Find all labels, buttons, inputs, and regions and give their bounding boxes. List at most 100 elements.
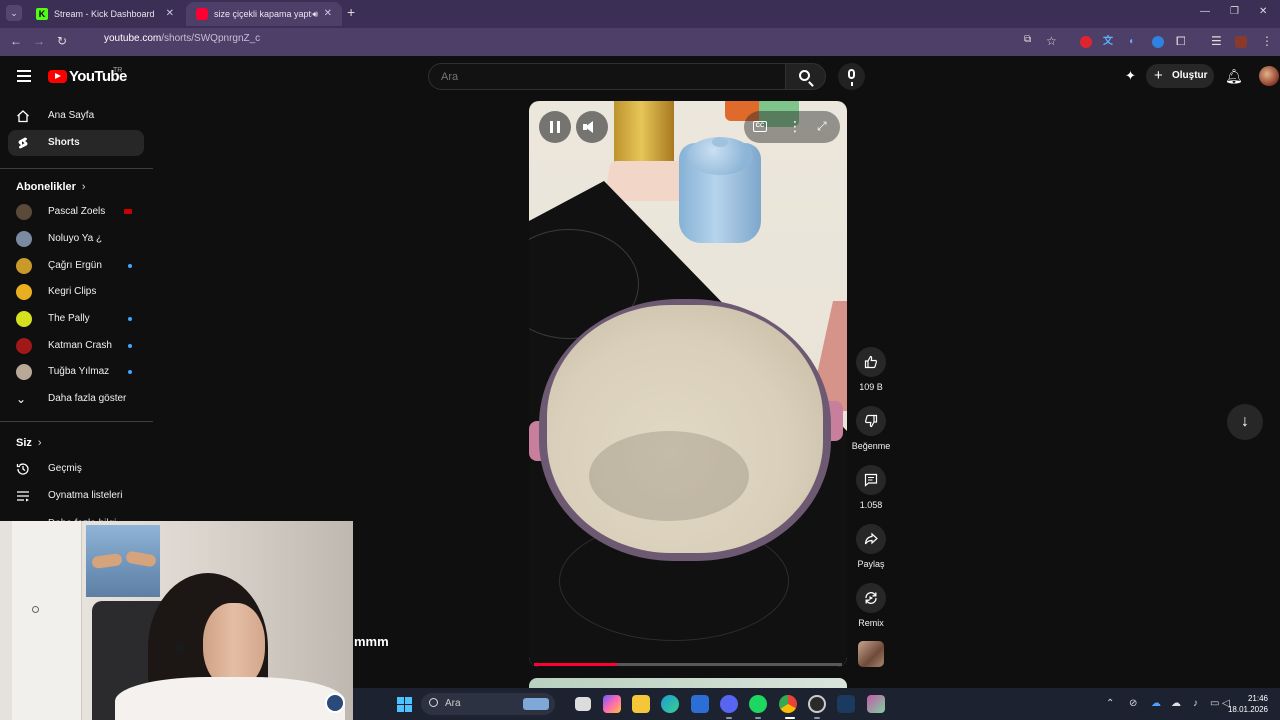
address-toolbar: ← → ↻ youtube.com/shorts/SWQpnrgnZ_c ⧉ ☆… (0, 28, 1280, 56)
dislike-button[interactable] (856, 406, 886, 436)
comments-button[interactable] (856, 465, 886, 495)
subscriptions-heading[interactable]: Abonelikler › (16, 181, 86, 193)
steam-icon[interactable] (837, 695, 855, 713)
sidebar-item-subscription[interactable]: Pascal Zoels (8, 199, 144, 225)
network-tray-icon[interactable]: ☁ (1171, 698, 1181, 709)
tab-youtube-short[interactable]: size çiçekli kapama yaptım 🔊︎ ✕ (186, 2, 342, 26)
vpn-extension-icon[interactable] (1152, 36, 1164, 48)
translate-extension-icon[interactable]: 文 (1103, 36, 1115, 48)
plus-icon: + (1154, 67, 1163, 84)
channel-name: Kegri Clips (48, 286, 97, 297)
bookmark-star-icon[interactable]: ☆ (1046, 34, 1057, 48)
sidebar-item-subscription[interactable]: Katman Crash (8, 333, 144, 359)
ai-sparkle-icon[interactable]: ✦ (1125, 69, 1139, 83)
player-controls-group: CC ⋮ ⤢ (744, 111, 840, 143)
close-tab-icon[interactable]: ✕ (166, 2, 174, 26)
remix-button[interactable] (856, 583, 886, 613)
sidebar-item-shorts[interactable]: Shorts (8, 130, 144, 156)
reload-icon[interactable]: ↻ (57, 34, 67, 48)
sidebar-item-subscription[interactable]: Noluyo Ya ¿ (8, 226, 144, 252)
hamburger-menu-icon[interactable] (17, 70, 31, 82)
youtube-logo-icon[interactable] (48, 70, 67, 83)
like-button[interactable] (856, 347, 886, 377)
share-button[interactable] (856, 524, 886, 554)
edge-icon[interactable] (661, 695, 679, 713)
taskbar-search[interactable]: Ara (421, 693, 555, 715)
browser-menu-icon[interactable]: ⋮ (1261, 34, 1273, 48)
task-view-icon[interactable] (575, 697, 591, 711)
next-short-button[interactable]: ↓ (1227, 404, 1263, 440)
install-app-icon[interactable]: ⧉ (1024, 34, 1031, 45)
back-icon[interactable]: ← (10, 34, 22, 48)
tab-title: size çiçekli kapama yaptım (214, 9, 312, 19)
sidebar-item-subscription[interactable]: Çağrı Ergün (8, 253, 144, 279)
pause-button[interactable] (539, 111, 571, 143)
close-tab-icon[interactable]: ✕ (324, 2, 332, 26)
like-action[interactable]: 109 B (846, 347, 896, 392)
next-short-preview[interactable] (529, 678, 847, 688)
voice-search-button[interactable] (838, 63, 865, 90)
chevron-up-icon[interactable]: ⌃ (1106, 698, 1114, 709)
youtube-masthead: YouTube TR ✦ + Oluştur 🔔︎ (0, 56, 1280, 96)
system-clock[interactable]: 21:46 18.01.2026 (1226, 693, 1268, 715)
app-icon[interactable] (867, 695, 885, 713)
new-content-dot-icon (128, 344, 132, 348)
running-indicator (755, 717, 761, 719)
display-tray-icon[interactable]: ▭ (1210, 698, 1219, 709)
extensions-puzzle-icon[interactable]: ⧠ (1176, 34, 1186, 49)
spotify-icon[interactable] (749, 695, 767, 713)
you-heading[interactable]: Siz › (16, 437, 42, 449)
dislike-action[interactable]: Beğenme (846, 406, 896, 451)
extension-icon[interactable] (1080, 36, 1092, 48)
file-explorer-icon[interactable] (632, 695, 650, 713)
tray-app-icon[interactable]: ⊘ (1129, 698, 1137, 709)
tab-search-button[interactable]: ⌄ (6, 5, 22, 21)
account-avatar[interactable] (1259, 66, 1279, 86)
reading-list-icon[interactable]: ☰ (1211, 34, 1222, 48)
mute-button[interactable] (576, 111, 608, 143)
create-button[interactable]: + Oluştur (1146, 64, 1214, 88)
fullscreen-icon[interactable]: ⤢ (817, 120, 830, 133)
onedrive-icon[interactable]: ☁ (1151, 698, 1161, 709)
store-icon[interactable] (691, 695, 709, 713)
chrome-icon[interactable] (779, 695, 797, 713)
sidebar-item-subscription[interactable]: The Pally (8, 306, 144, 332)
sidebar-item-subscription[interactable]: Kegri Clips (8, 279, 144, 305)
poster-detail (125, 550, 157, 568)
remix-action[interactable]: Remix (846, 583, 896, 628)
sidebar-item-home[interactable]: Ana Sayfa (8, 103, 144, 129)
profile-icon[interactable] (1235, 36, 1247, 48)
home-icon (17, 110, 29, 123)
comments-action[interactable]: 1.058 (846, 465, 896, 510)
audio-playing-icon[interactable]: 🔊︎ (312, 2, 318, 26)
new-content-dot-icon (128, 317, 132, 321)
microphone-tray-icon[interactable]: ♪ (1193, 698, 1198, 709)
copilot-icon[interactable] (603, 695, 621, 713)
sidebar-item-subscription[interactable]: Tuğba Yılmaz (8, 359, 144, 385)
more-options-icon[interactable]: ⋮ (788, 118, 802, 134)
audio-extension-icon[interactable]: ◖ (1128, 36, 1140, 48)
discord-icon[interactable] (720, 695, 738, 713)
history-icon (16, 463, 29, 475)
obs-icon[interactable] (808, 695, 826, 713)
url-field[interactable]: youtube.com/shorts/SWQpnrgnZ_c (104, 33, 260, 44)
close-window-icon[interactable]: ✕ (1259, 6, 1267, 17)
sound-thumbnail[interactable] (858, 641, 884, 667)
sidebar-item-history[interactable]: Geçmiş (8, 456, 144, 482)
notifications-bell-icon[interactable]: 🔔︎ (1225, 68, 1243, 84)
tab-kick-dashboard[interactable]: K Stream - Kick Dashboard ✕ (26, 2, 184, 26)
taskbar-search-label: Ara (445, 698, 461, 709)
captions-icon[interactable]: CC (753, 121, 767, 132)
search-button[interactable] (786, 63, 826, 90)
forward-icon[interactable]: → (33, 34, 45, 48)
search-input[interactable] (428, 63, 786, 90)
new-tab-button[interactable]: + (347, 4, 355, 20)
restore-icon[interactable]: ❐ (1230, 6, 1239, 17)
video-progress-bar[interactable] (534, 663, 842, 666)
sidebar-item-playlists[interactable]: Oynatma listeleri (8, 483, 144, 509)
share-action[interactable]: Paylaş (846, 524, 896, 569)
minimize-icon[interactable]: — (1200, 6, 1210, 17)
shorts-video-player[interactable]: CC ⋮ ⤢ (529, 101, 847, 667)
windows-start-icon[interactable] (397, 697, 412, 712)
sidebar-item-show-more[interactable]: ⌄ Daha fazla göster (8, 386, 144, 412)
